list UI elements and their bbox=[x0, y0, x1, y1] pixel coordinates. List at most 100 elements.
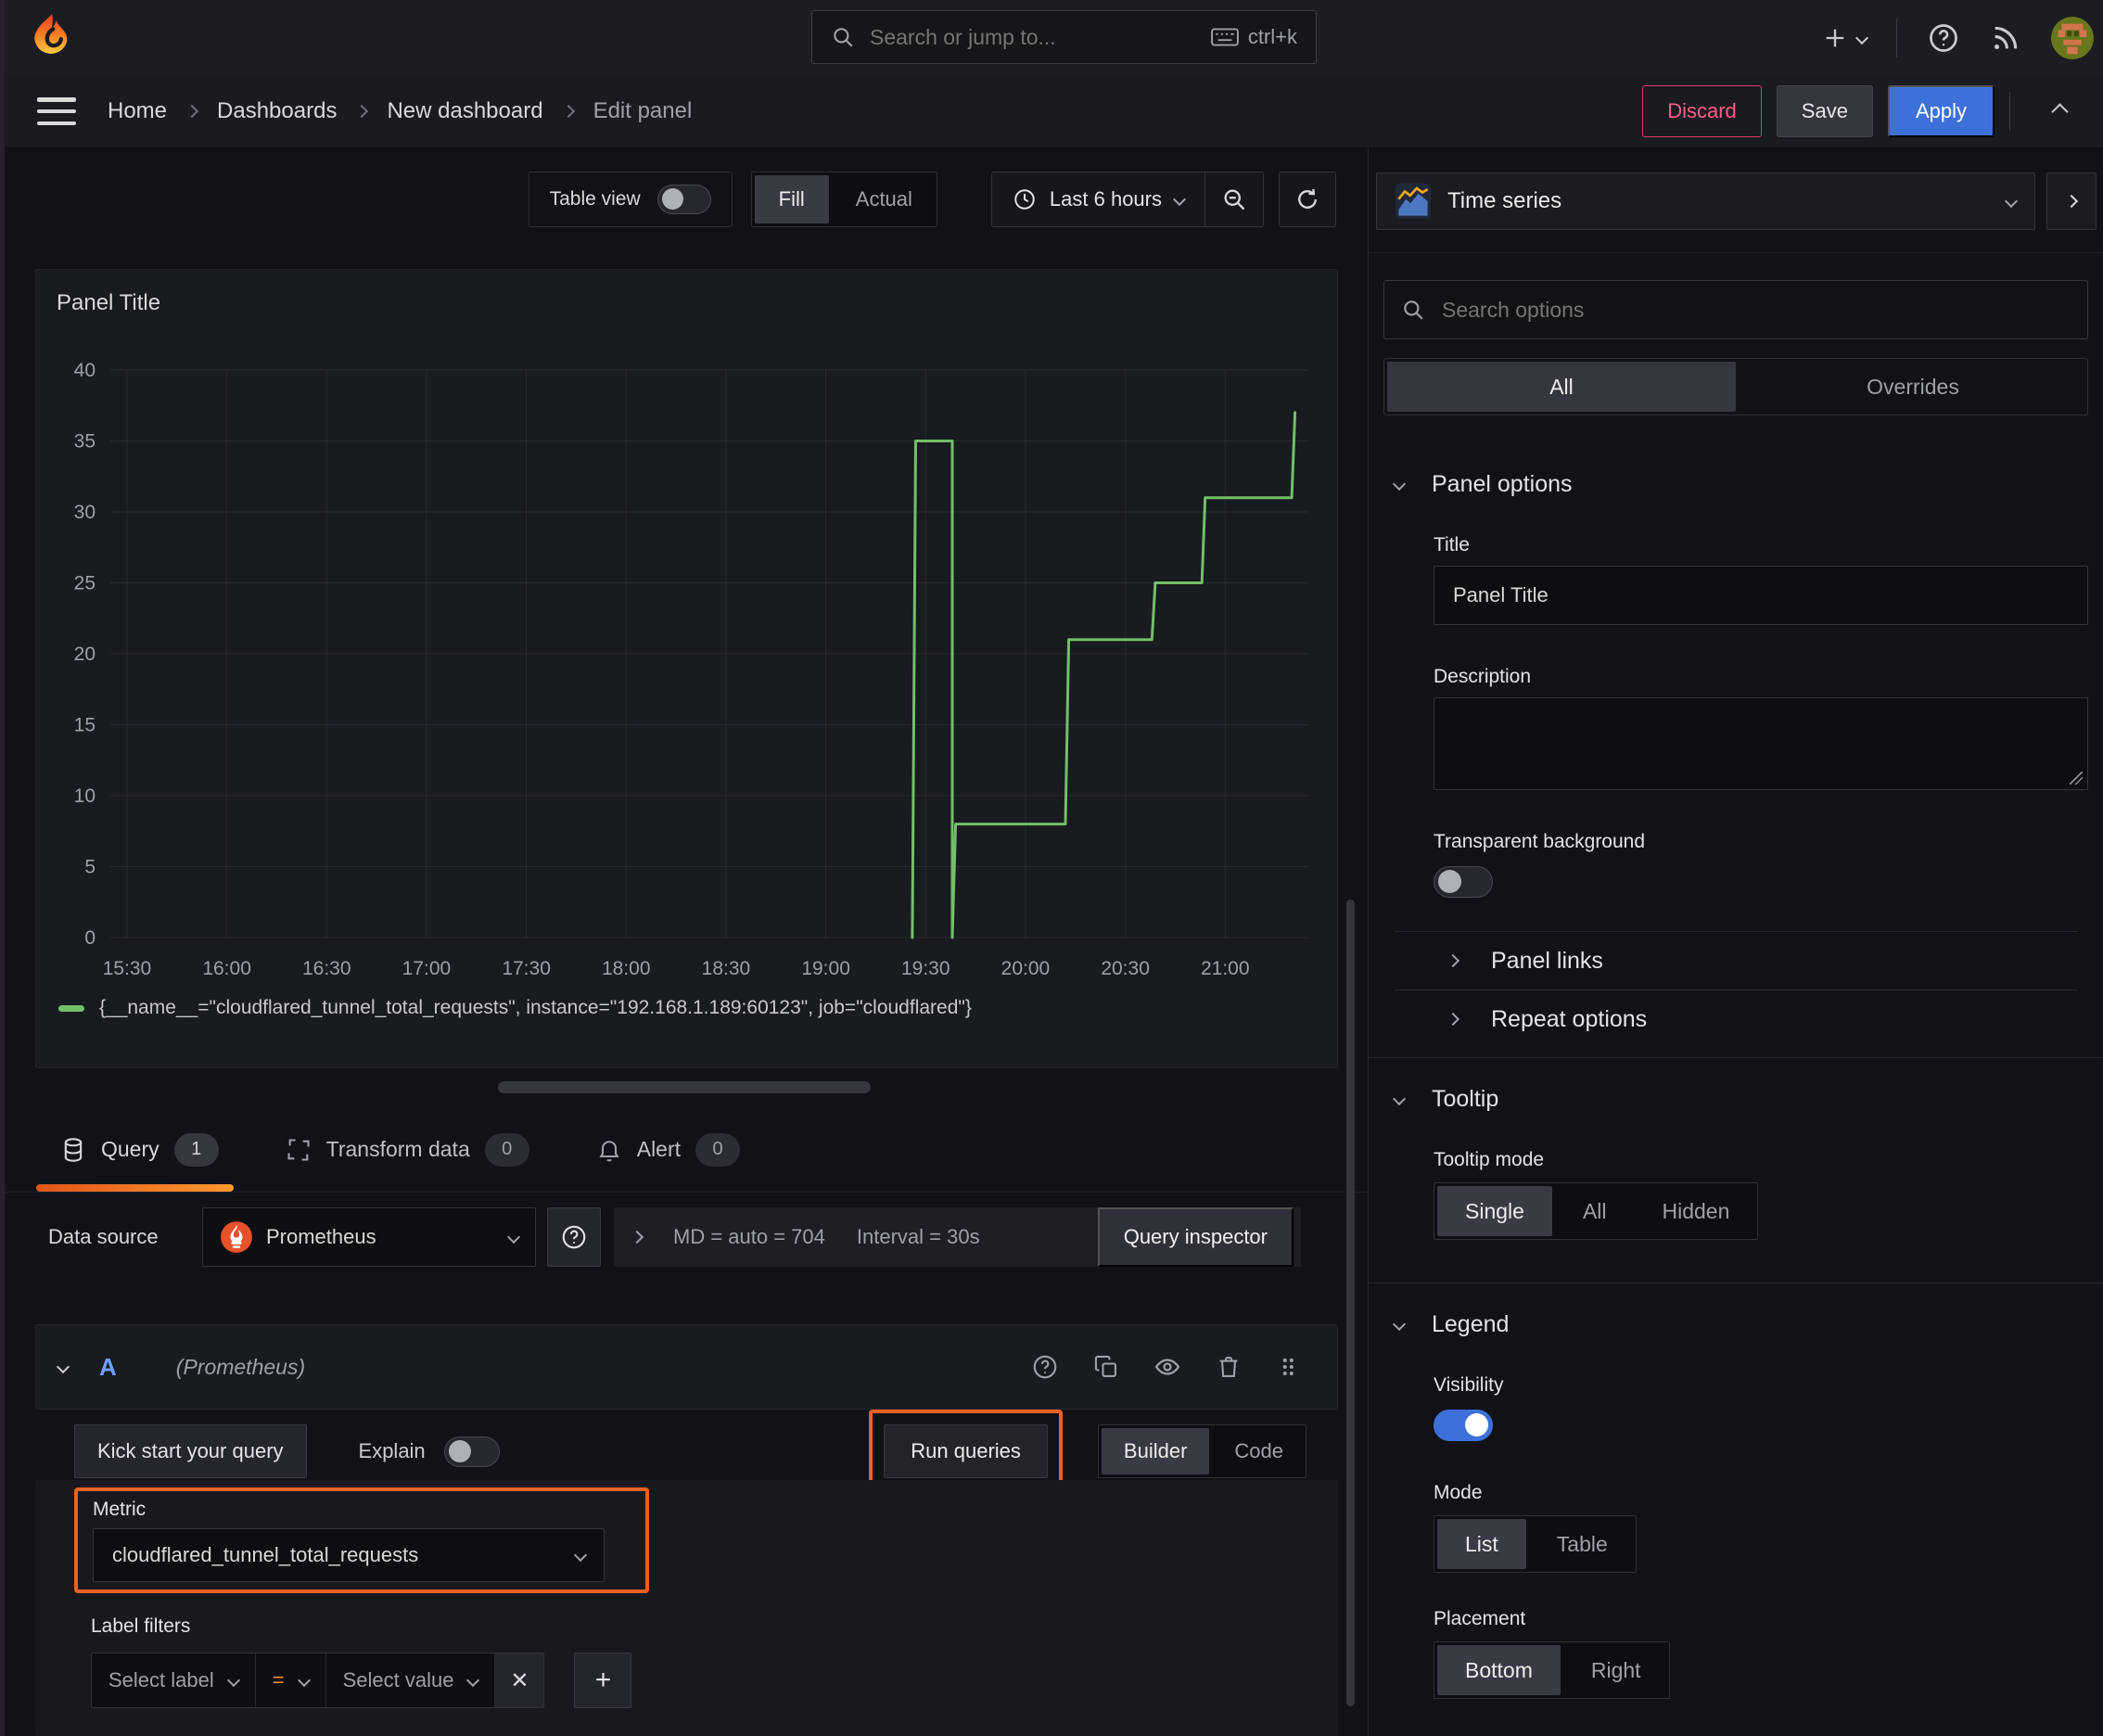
duplicate-query-icon[interactable] bbox=[1093, 1354, 1119, 1380]
operator-dropdown[interactable]: = bbox=[256, 1653, 326, 1707]
legend-mode-switch: List Table bbox=[1434, 1515, 1637, 1573]
remove-filter-button[interactable]: ✕ bbox=[495, 1653, 544, 1707]
delete-query-trash-icon[interactable] bbox=[1216, 1354, 1242, 1380]
chevron-down-icon bbox=[1392, 477, 1407, 491]
series-legend-item[interactable]: {__name__="cloudflared_tunnel_total_requ… bbox=[99, 997, 972, 1019]
toggle-viz-pane-button[interactable] bbox=[2046, 172, 2097, 230]
panel-options-section-header[interactable]: Panel options bbox=[1369, 464, 2103, 504]
panel-links-section-header[interactable]: Panel links bbox=[1369, 932, 2103, 989]
editor-tabs: Query 1 Transform data 0 Alert 0 bbox=[0, 1107, 1368, 1193]
left-pane-scrollbar[interactable] bbox=[1346, 900, 1355, 1706]
datasource-picker[interactable]: Prometheus bbox=[202, 1207, 536, 1267]
placement-right-option[interactable]: Right bbox=[1563, 1642, 1669, 1698]
tab-overrides[interactable]: Overrides bbox=[1739, 359, 2087, 415]
collapse-options-button[interactable] bbox=[2038, 102, 2081, 121]
add-menu-button[interactable] bbox=[1822, 25, 1869, 51]
chevron-down-icon bbox=[297, 1673, 311, 1688]
metric-select[interactable]: cloudflared_tunnel_total_requests bbox=[93, 1528, 605, 1582]
label-filters-label: Label filters bbox=[91, 1615, 191, 1637]
time-series-chart[interactable]: 0 5 10 15 20 25 30 35 40 15:30 16:00 16:30 17:00 17:3… bbox=[51, 326, 1324, 986]
datasource-label: Data source bbox=[48, 1225, 159, 1248]
query-help-icon[interactable] bbox=[1031, 1353, 1059, 1381]
add-filter-button[interactable]: + bbox=[574, 1653, 632, 1708]
transparent-background-toggle[interactable] bbox=[1434, 866, 1493, 898]
tab-transform-data[interactable]: Transform data 0 bbox=[276, 1107, 539, 1192]
hide-query-eye-icon[interactable] bbox=[1153, 1353, 1181, 1381]
chart-legend: {__name__="cloudflared_tunnel_total_requ… bbox=[51, 991, 1322, 1025]
legend-section-header[interactable]: Legend bbox=[1369, 1304, 2103, 1345]
description-field-label: Description bbox=[1434, 666, 1532, 687]
pane-resize-handle[interactable] bbox=[498, 1081, 871, 1093]
tooltip-mode-label: Tooltip mode bbox=[1434, 1149, 1545, 1170]
chevron-right-icon bbox=[1446, 1012, 1460, 1027]
help-button[interactable] bbox=[1927, 21, 1960, 55]
legend-table-option[interactable]: Table bbox=[1529, 1516, 1636, 1572]
grafana-logo-icon[interactable] bbox=[26, 12, 76, 62]
discard-button[interactable]: Discard bbox=[1642, 85, 1762, 137]
breadcrumb-home[interactable]: Home bbox=[108, 98, 167, 124]
tab-alert[interactable]: Alert 0 bbox=[587, 1107, 749, 1192]
table-view-toggle[interactable] bbox=[656, 185, 711, 214]
save-button[interactable]: Save bbox=[1776, 85, 1873, 137]
breadcrumb-new-dashboard[interactable]: New dashboard bbox=[387, 98, 542, 124]
query-builder: Metric cloudflared_tunnel_total_requests… bbox=[35, 1480, 1338, 1736]
fill-option[interactable]: Fill bbox=[754, 175, 829, 223]
placement-bottom-option[interactable]: Bottom bbox=[1437, 1645, 1561, 1695]
actual-option[interactable]: Actual bbox=[832, 172, 937, 226]
breadcrumb-dashboards[interactable]: Dashboards bbox=[217, 98, 337, 124]
user-avatar[interactable] bbox=[2051, 16, 2094, 59]
time-range-picker[interactable]: Last 6 hours bbox=[992, 172, 1204, 226]
run-queries-button[interactable]: Run queries bbox=[884, 1424, 1048, 1478]
title-field-label: Title bbox=[1434, 534, 1470, 555]
refresh-button[interactable] bbox=[1279, 172, 1336, 227]
tab-query[interactable]: Query 1 bbox=[36, 1107, 234, 1192]
news-rss-button[interactable] bbox=[1990, 22, 2021, 54]
global-search[interactable]: ctrl+k bbox=[811, 10, 1317, 64]
collapse-query-chevron[interactable] bbox=[56, 1359, 70, 1374]
zoom-out-time-button[interactable] bbox=[1204, 172, 1263, 226]
repeat-options-section-header[interactable]: Repeat options bbox=[1369, 990, 2103, 1048]
builder-code-switch: Builder Code bbox=[1097, 1424, 1306, 1478]
legend-placement-switch: Bottom Right bbox=[1434, 1641, 1670, 1699]
options-search[interactable] bbox=[1383, 280, 2088, 339]
select-value-dropdown[interactable]: Select value bbox=[326, 1653, 496, 1707]
tab-query-label: Query bbox=[101, 1137, 159, 1161]
metric-label: Metric bbox=[93, 1499, 147, 1520]
legend-visibility-toggle[interactable] bbox=[1434, 1410, 1493, 1441]
query-datasource-hint: (Prometheus) bbox=[175, 1354, 306, 1379]
chevron-down-icon bbox=[573, 1548, 588, 1563]
apply-button[interactable]: Apply bbox=[1887, 85, 1995, 137]
search-icon bbox=[1401, 298, 1425, 322]
chevron-right-icon bbox=[561, 104, 575, 119]
tooltip-all-option[interactable]: All bbox=[1555, 1183, 1635, 1239]
visualization-picker[interactable]: Time series bbox=[1376, 172, 2035, 230]
legend-heading: Legend bbox=[1432, 1310, 1510, 1337]
datasource-name: Prometheus bbox=[266, 1225, 376, 1248]
global-search-input[interactable] bbox=[868, 23, 1198, 51]
panel-actions: Discard Save Apply bbox=[1642, 85, 2081, 137]
code-option[interactable]: Code bbox=[1212, 1425, 1306, 1477]
datasource-help-button[interactable] bbox=[547, 1207, 601, 1267]
tooltip-section-header[interactable]: Tooltip bbox=[1369, 1079, 2103, 1119]
database-icon bbox=[60, 1137, 86, 1163]
title-input[interactable] bbox=[1451, 582, 2071, 608]
explain-toggle[interactable] bbox=[443, 1436, 500, 1467]
tooltip-hidden-option[interactable]: Hidden bbox=[1635, 1183, 1758, 1239]
divider bbox=[1369, 252, 2103, 253]
top-nav-bar: ctrl+k bbox=[0, 0, 2103, 76]
query-inspector-button[interactable]: Query inspector bbox=[1097, 1207, 1294, 1267]
select-label-dropdown[interactable]: Select label bbox=[92, 1653, 256, 1707]
description-textarea[interactable] bbox=[1434, 697, 2088, 790]
tab-all[interactable]: All bbox=[1387, 362, 1736, 412]
chevron-down-icon bbox=[1392, 1317, 1407, 1332]
menu-toggle-button[interactable] bbox=[37, 97, 76, 125]
kick-start-query-button[interactable]: Kick start your query bbox=[74, 1424, 307, 1478]
options-search-input[interactable] bbox=[1440, 296, 2071, 324]
svg-text:18:00: 18:00 bbox=[602, 958, 651, 979]
legend-list-option[interactable]: List bbox=[1437, 1519, 1526, 1569]
drag-handle-icon[interactable] bbox=[1276, 1354, 1300, 1380]
expand-options-chevron[interactable] bbox=[630, 1230, 644, 1245]
resize-grip-icon[interactable] bbox=[2070, 772, 2083, 785]
builder-option[interactable]: Builder bbox=[1101, 1428, 1210, 1474]
tooltip-single-option[interactable]: Single bbox=[1437, 1186, 1552, 1236]
